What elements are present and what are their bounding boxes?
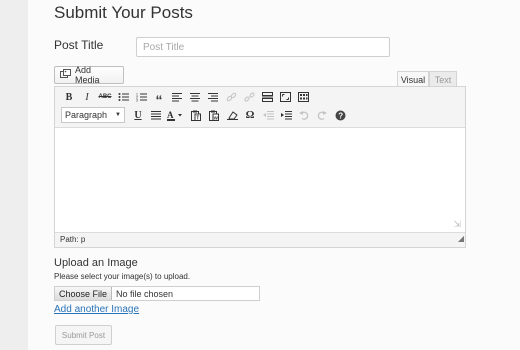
undo-icon[interactable]: [296, 107, 312, 123]
svg-text:W: W: [214, 115, 219, 120]
add-media-label: Add Media: [75, 65, 100, 85]
justify-icon[interactable]: [148, 107, 164, 123]
bullet-list-icon[interactable]: [115, 89, 131, 105]
upload-heading: Upload an Image: [54, 257, 138, 269]
align-left-icon[interactable]: [169, 89, 185, 105]
editor-resize-icon[interactable]: ⇲: [453, 219, 461, 230]
outdent-icon[interactable]: [260, 107, 276, 123]
submit-post-form: Submit Your Posts Post Title Add Media V…: [28, 0, 520, 350]
post-title-label: Post Title: [54, 38, 104, 52]
help-icon[interactable]: ?: [332, 107, 348, 123]
read-more-icon[interactable]: [259, 89, 275, 105]
toolbar-toggle-icon[interactable]: [295, 89, 311, 105]
numbered-list-icon[interactable]: 123: [133, 89, 149, 105]
page-title: Submit Your Posts: [54, 3, 193, 22]
svg-text:?: ?: [338, 111, 343, 120]
chevron-down-icon: ▼: [115, 112, 121, 118]
special-character-icon[interactable]: Ω: [242, 107, 258, 123]
add-media-button[interactable]: Add Media: [54, 65, 124, 85]
svg-text:T: T: [196, 115, 199, 121]
align-center-icon[interactable]: [187, 89, 203, 105]
underline-icon[interactable]: U: [130, 107, 146, 123]
svg-text:3: 3: [136, 99, 138, 103]
indent-icon[interactable]: [278, 107, 294, 123]
insert-link-icon[interactable]: [223, 89, 239, 105]
post-content-editor: B I ABC 123 “ Paragraph ▼ U A T W Ω ? ⇲ …: [54, 86, 466, 248]
editor-content-area[interactable]: ⇲: [55, 128, 465, 234]
italic-icon[interactable]: I: [79, 89, 95, 105]
text-color-icon[interactable]: A: [166, 107, 186, 123]
align-right-icon[interactable]: [205, 89, 221, 105]
toolbar-row-2: Paragraph ▼ U A T W Ω ?: [61, 107, 348, 123]
add-another-image-link[interactable]: Add another Image: [54, 304, 139, 315]
paste-text-icon[interactable]: T: [188, 107, 204, 123]
editor-path: Path: p: [60, 235, 86, 244]
paste-word-icon[interactable]: W: [206, 107, 222, 123]
tab-visual[interactable]: Visual: [397, 71, 429, 87]
clear-formatting-icon[interactable]: [224, 107, 240, 123]
admin-sidebar-gutter: [0, 0, 29, 350]
strikethrough-icon[interactable]: ABC: [97, 89, 113, 105]
media-icon: [60, 69, 71, 81]
remove-link-icon[interactable]: [241, 89, 257, 105]
file-status: No file chosen: [116, 288, 174, 299]
submit-post-button[interactable]: Submit Post: [55, 325, 112, 345]
editor-status-bar: Path: p ◢: [55, 232, 465, 247]
post-title-input[interactable]: [136, 37, 390, 57]
paragraph-format-select[interactable]: Paragraph ▼: [61, 107, 125, 123]
editor-toolbar: B I ABC 123 “ Paragraph ▼ U A T W Ω ?: [55, 87, 465, 128]
choose-file-button[interactable]: Choose File: [55, 287, 113, 300]
bold-icon[interactable]: B: [61, 89, 77, 105]
format-select-value: Paragraph: [65, 110, 108, 120]
toolbar-row-1: B I ABC 123 “: [61, 87, 311, 108]
tab-text[interactable]: Text: [429, 71, 457, 87]
upload-help-text: Please select your image(s) to upload.: [54, 272, 191, 281]
redo-icon[interactable]: [314, 107, 330, 123]
file-input[interactable]: Choose File No file chosen: [54, 286, 260, 301]
resize-handle-icon[interactable]: ◢: [458, 232, 464, 246]
blockquote-icon[interactable]: “: [151, 87, 167, 108]
fullscreen-icon[interactable]: [277, 89, 293, 105]
svg-text:A: A: [167, 110, 174, 120]
